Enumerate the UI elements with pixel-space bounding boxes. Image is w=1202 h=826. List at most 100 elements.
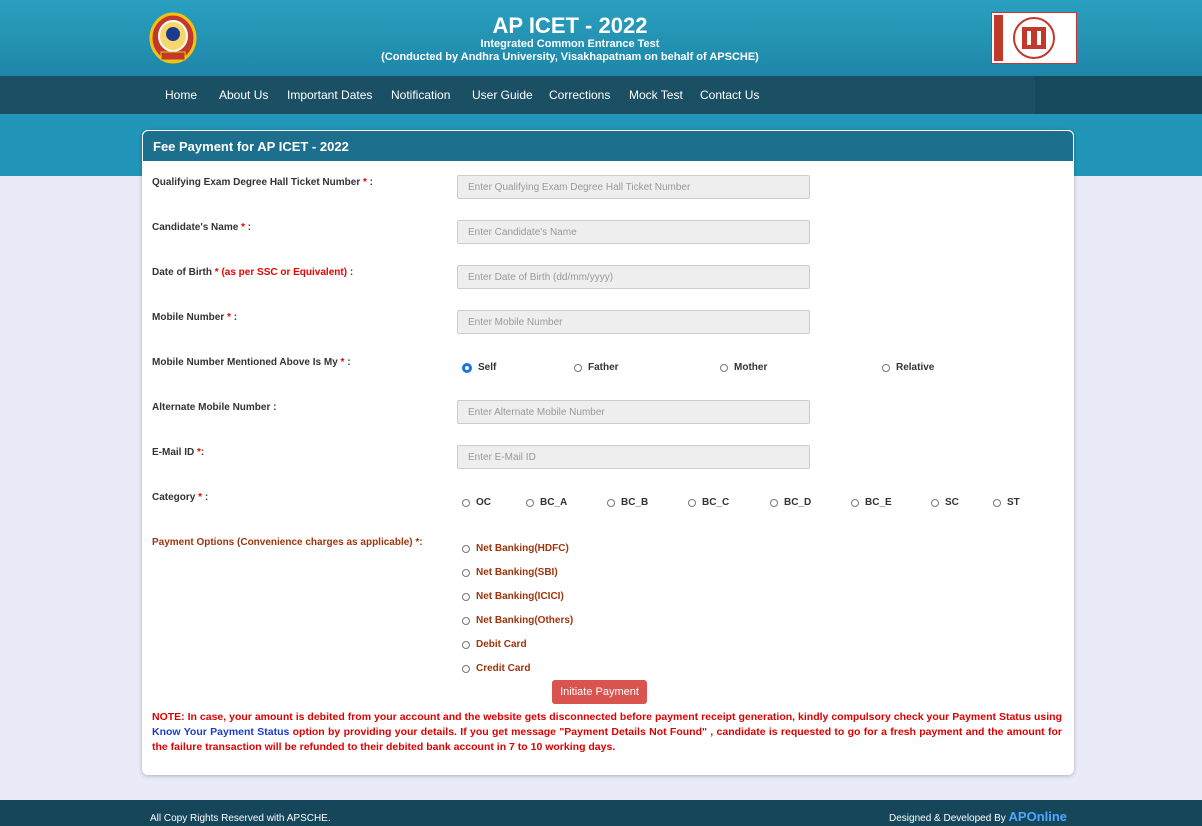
conducted-by-text: (Conducted by Andhra University, Visakha… [381,51,759,63]
mobile-label-text: Mobile Number [152,312,225,323]
nav-mock-test[interactable]: Mock Test [629,88,683,102]
nav-user-guide[interactable]: User Guide [472,88,533,102]
nav-about-us[interactable]: About Us [219,88,268,102]
fee-payment-form: Fee Payment for AP ICET - 2022 Qualifyin… [142,130,1074,775]
nav-home[interactable]: Home [165,88,197,102]
radio-label: BC_E [865,497,892,508]
label-colon: : [366,177,374,188]
radio-icon [931,498,939,507]
email-label-text: E-Mail ID [152,447,195,458]
radio-label: Mother [734,362,768,373]
radio-label: Net Banking(Others) [476,615,574,626]
radio-label: Father [588,362,619,373]
category-bc-b-radio[interactable]: BC_B [607,497,648,508]
radio-label: SC [945,497,959,508]
category-bc-d-radio[interactable]: BC_D [770,497,811,508]
radio-selected-icon [462,362,472,373]
site-header: AP ICET - 2022 Integrated Common Entranc… [0,0,1202,76]
mobile-owner-label-text: Mobile Number Mentioned Above Is My [152,357,338,368]
email-label: E-Mail ID *: [152,447,204,458]
nav-important-dates[interactable]: Important Dates [287,88,372,102]
alt-mobile-label: Alternate Mobile Number : [152,402,277,413]
dob-input[interactable] [457,265,810,289]
radio-label: BC_A [540,497,568,508]
copyright-text: All Copy Rights Reserved with APSCHE. [150,813,331,824]
category-bc-e-radio[interactable]: BC_E [851,497,892,508]
hall-ticket-label-text: Qualifying Exam Degree Hall Ticket Numbe… [152,177,361,188]
candidate-name-label: Candidate's Name * : [152,222,251,233]
radio-label: ST [1007,497,1020,508]
hall-ticket-label: Qualifying Exam Degree Hall Ticket Numbe… [152,177,373,188]
mobile-label: Mobile Number * : [152,312,237,323]
andhra-university-emblem-icon [147,12,199,68]
radio-icon [993,498,1001,507]
required-mark: * (as per SSC or Equivalent) [214,267,348,278]
mobile-owner-self-radio[interactable]: Self [462,362,496,373]
radio-icon [688,498,696,507]
payment-netbanking-hdfc-radio[interactable]: Net Banking(HDFC) [462,543,569,554]
category-bc-c-radio[interactable]: BC_C [688,497,729,508]
payment-options-label: Payment Options (Convenience charges as … [152,537,423,548]
mobile-input[interactable] [457,310,810,334]
payment-netbanking-icici-radio[interactable]: Net Banking(ICICI) [462,591,564,602]
radio-label: Relative [896,362,935,373]
radio-label: Net Banking(SBI) [476,567,558,578]
payment-netbanking-sbi-radio[interactable]: Net Banking(SBI) [462,567,558,578]
alt-mobile-input[interactable] [457,400,810,424]
radio-label: BC_B [621,497,649,508]
site-subtitle: Integrated Common Entrance Test [480,38,660,50]
know-payment-status-link[interactable]: Know Your Payment Status [152,726,289,738]
nav-notification[interactable]: Notification [391,88,450,102]
radio-icon [882,363,890,372]
radio-icon [574,363,582,372]
radio-icon [462,498,470,507]
form-heading: Fee Payment for AP ICET - 2022 [153,139,349,154]
site-footer: All Copy Rights Reserved with APSCHE. De… [0,800,1202,826]
payment-note: NOTE: In case, your amount is debited fr… [152,710,1062,755]
dob-label-text: Date of Birth [152,267,212,278]
nav-corrections[interactable]: Corrections [549,88,610,102]
site-title-block: AP ICET - 2022 Integrated Common Entranc… [300,14,840,64]
payment-credit-card-radio[interactable]: Credit Card [462,663,530,674]
radio-icon [462,664,470,673]
designed-by-text: Designed & Developed By [889,813,1009,824]
dob-label: Date of Birth * (as per SSC or Equivalen… [152,267,353,278]
radio-icon [462,544,470,553]
category-st-radio[interactable]: ST [993,497,1020,508]
email-input[interactable] [457,445,810,469]
apsche-emblem-icon [991,12,1077,64]
label-colon: : [244,222,252,233]
main-nav: Home About Us Important Dates Notificati… [0,76,1202,114]
radio-icon [462,616,470,625]
radio-label: OC [476,497,491,508]
radio-icon [462,592,470,601]
candidate-name-input[interactable] [457,220,810,244]
radio-icon [462,640,470,649]
initiate-payment-button[interactable]: Initiate Payment [552,680,647,704]
mobile-owner-mother-radio[interactable]: Mother [720,362,767,373]
mobile-owner-father-radio[interactable]: Father [574,362,619,373]
radio-label: Net Banking(ICICI) [476,591,564,602]
hall-ticket-input[interactable] [457,175,810,199]
category-oc-radio[interactable]: OC [462,497,491,508]
label-colon: : [344,357,351,368]
radio-label: Debit Card [476,639,527,650]
radio-label: Credit Card [476,663,531,674]
radio-label: Self [478,362,497,373]
payment-netbanking-others-radio[interactable]: Net Banking(Others) [462,615,573,626]
mobile-owner-label: Mobile Number Mentioned Above Is My * : [152,357,351,368]
form-heading-bar: Fee Payment for AP ICET - 2022 [142,130,1074,162]
nav-contact-us[interactable]: Contact Us [700,88,759,102]
mobile-owner-relative-radio[interactable]: Relative [882,362,934,373]
category-sc-radio[interactable]: SC [931,497,959,508]
category-label-text: Category [152,492,196,503]
payment-debit-card-radio[interactable]: Debit Card [462,639,527,650]
candidate-name-label-text: Candidate's Name [152,222,239,233]
category-bc-a-radio[interactable]: BC_A [526,497,567,508]
note-text: option by providing your details. If you… [152,726,1062,753]
developer-credit: Designed & Developed By APOnline [889,809,1067,824]
site-title: AP ICET - 2022 [492,13,648,38]
radio-label: BC_C [702,497,730,508]
radio-label: BC_D [784,497,812,508]
radio-icon [851,498,859,507]
